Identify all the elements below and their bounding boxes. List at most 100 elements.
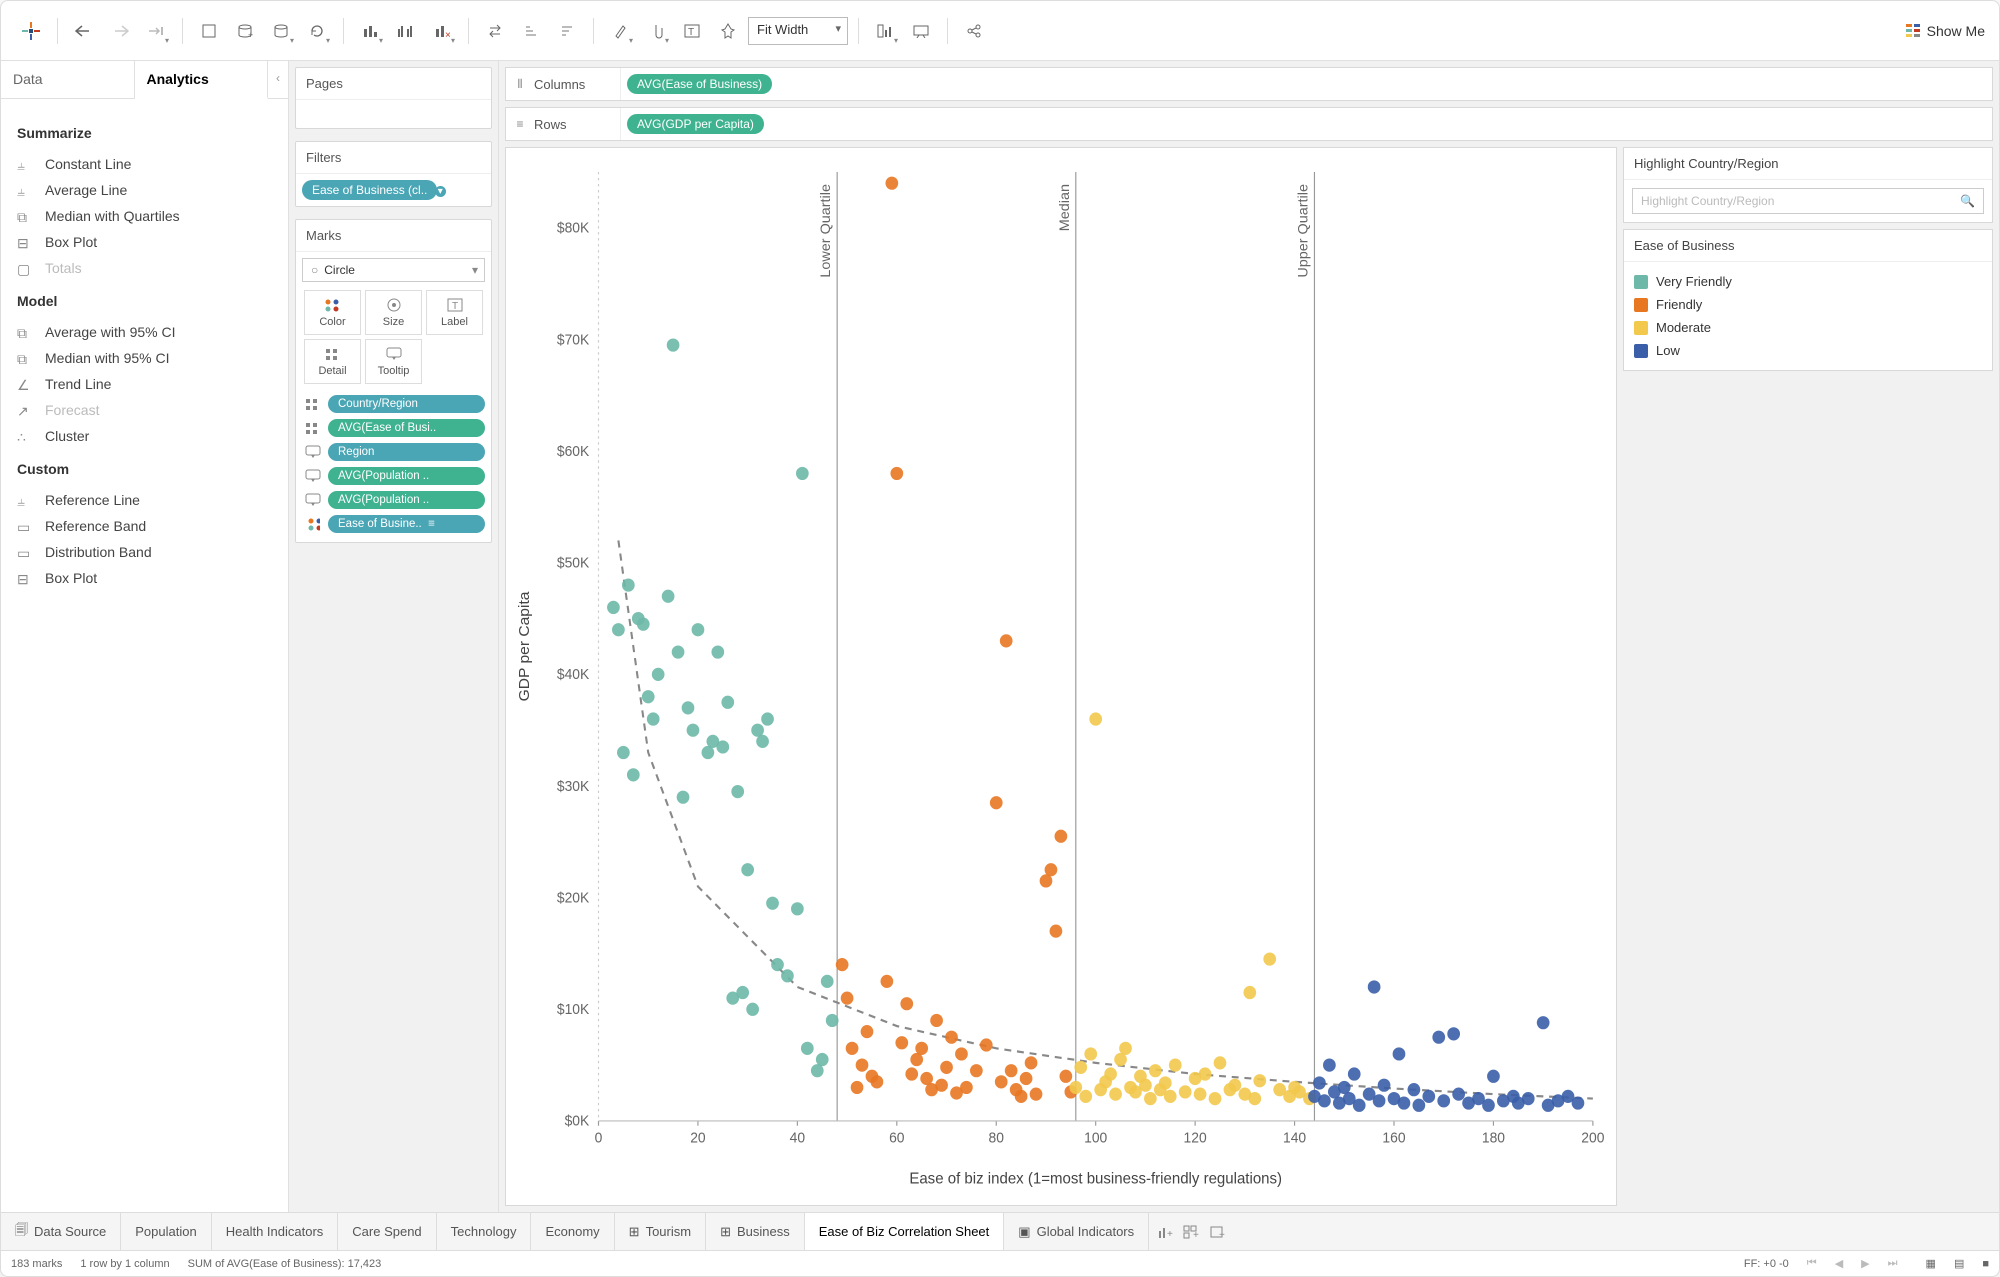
analytics-item[interactable]: ⊟Box Plot xyxy=(17,565,272,591)
list-view-icon[interactable]: ▤ xyxy=(1954,1257,1964,1270)
marks-pill[interactable]: AVG(Population .. xyxy=(328,467,485,485)
sheet-tab[interactable]: Health Indicators xyxy=(212,1213,339,1250)
share-icon[interactable] xyxy=(958,15,990,47)
sheet-tab[interactable]: Ease of Biz Correlation Sheet xyxy=(805,1213,1005,1250)
marks-label[interactable]: TLabel xyxy=(426,290,483,335)
svg-text:$10K: $10K xyxy=(557,1001,590,1017)
save-icon[interactable]: ▾ xyxy=(140,15,172,47)
show-me-button[interactable]: Show Me xyxy=(1905,23,1985,39)
analytics-item[interactable]: ▭Reference Band xyxy=(17,513,272,539)
sheet-tab[interactable]: Technology xyxy=(437,1213,532,1250)
legend-item[interactable]: Low xyxy=(1634,339,1982,362)
marks-cell-label: Color xyxy=(319,316,345,328)
swap-icon[interactable] xyxy=(479,15,511,47)
sheet-tab[interactable]: Population xyxy=(121,1213,211,1250)
redo-icon[interactable] xyxy=(104,15,136,47)
sort-desc-icon[interactable] xyxy=(551,15,583,47)
new-story-tab-icon[interactable]: + xyxy=(1209,1225,1225,1239)
grid-view-icon[interactable]: ▦ xyxy=(1926,1257,1936,1270)
analytics-item[interactable]: ⧉Median with Quartiles xyxy=(17,203,272,229)
tab-analytics[interactable]: Analytics xyxy=(135,61,269,99)
marks-color[interactable]: Color xyxy=(304,290,361,335)
pages-shelf[interactable]: Pages xyxy=(295,67,492,129)
marks-pill-row[interactable]: Ease of Busine.. ≡ xyxy=(302,514,485,534)
marks-pill-row[interactable]: AVG(Ease of Busi.. xyxy=(302,418,485,438)
clear-sheet-icon[interactable]: ×▾ xyxy=(426,15,458,47)
columns-pill[interactable]: AVG(Ease of Business) xyxy=(627,74,772,94)
sheet-tab[interactable]: ▣Global Indicators xyxy=(1004,1213,1149,1250)
nav-next-icon[interactable]: ▶ xyxy=(1861,1257,1869,1270)
refresh-icon[interactable]: ▾ xyxy=(301,15,333,47)
tableau-logo-icon[interactable] xyxy=(15,15,47,47)
marks-tooltip[interactable]: Tooltip xyxy=(365,339,422,384)
show-cards-icon[interactable]: ▾ xyxy=(869,15,901,47)
svg-text:$40K: $40K xyxy=(557,666,590,682)
new-sheet-icon[interactable]: ▾ xyxy=(354,15,386,47)
marks-detail[interactable]: Detail xyxy=(304,339,361,384)
new-worksheet-tab-icon[interactable]: + xyxy=(1157,1225,1173,1239)
marks-pill[interactable]: Region xyxy=(328,443,485,461)
fit-mode-select[interactable]: Fit Width xyxy=(748,17,848,45)
marks-pill-row[interactable]: AVG(Population .. xyxy=(302,490,485,510)
rows-shelf[interactable]: ≡ Rows AVG(GDP per Capita) xyxy=(505,107,1993,141)
nav-first-icon[interactable]: ⏮ xyxy=(1807,1257,1817,1270)
rows-pill[interactable]: AVG(GDP per Capita) xyxy=(627,114,764,134)
duplicate-sheet-icon[interactable] xyxy=(390,15,422,47)
marks-pill[interactable]: AVG(Population .. xyxy=(328,491,485,509)
new-data-icon[interactable]: + xyxy=(229,15,261,47)
pause-data-icon[interactable]: ▾ xyxy=(265,15,297,47)
marks-pill-icon xyxy=(302,490,324,510)
marks-pill-row[interactable]: Country/Region xyxy=(302,394,485,414)
analytics-item: ▢Totals xyxy=(17,255,272,281)
analytics-icon: ⧉ xyxy=(17,209,35,223)
sheet-tab[interactable]: ⊞Business xyxy=(706,1213,805,1250)
highlight-pen-icon[interactable]: ▾ xyxy=(604,15,636,47)
analytics-item[interactable]: ⫨Average Line xyxy=(17,177,272,203)
sheet-tab[interactable]: Economy xyxy=(531,1213,614,1250)
marks-pill[interactable]: AVG(Ease of Busi.. xyxy=(328,419,485,437)
analytics-item[interactable]: ⧉Average with 95% CI xyxy=(17,319,272,345)
tab-data[interactable]: Data xyxy=(1,61,135,98)
sort-asc-icon[interactable] xyxy=(515,15,547,47)
attach-icon[interactable]: ▾ xyxy=(640,15,672,47)
analytics-item[interactable]: ⫨Constant Line xyxy=(17,151,272,177)
nav-last-icon[interactable]: ⏭ xyxy=(1888,1257,1898,1270)
collapse-sidebar-icon[interactable]: ‹ xyxy=(268,61,288,98)
legend-item[interactable]: Friendly xyxy=(1634,293,1982,316)
marks-pill-row[interactable]: Region xyxy=(302,442,485,462)
highlight-input[interactable]: Highlight Country/Region 🔍 xyxy=(1632,188,1984,214)
analytics-item[interactable]: ∠Trend Line xyxy=(17,371,272,397)
legend-item[interactable]: Moderate xyxy=(1634,316,1982,339)
sheet-tab[interactable]: ⊞Tourism xyxy=(615,1213,706,1250)
analytics-item[interactable]: ∴Cluster xyxy=(17,423,272,449)
columns-shelf[interactable]: ⦀ Columns AVG(Ease of Business) xyxy=(505,67,1993,101)
svg-text:$30K: $30K xyxy=(557,778,590,794)
new-dashboard-tab-icon[interactable]: + xyxy=(1183,1225,1199,1239)
label-toggle-icon[interactable]: T xyxy=(676,15,708,47)
work-area: ⦀ Columns AVG(Ease of Business) ≡ Rows A… xyxy=(499,61,1999,1212)
undo-icon[interactable] xyxy=(68,15,100,47)
nav-prev-icon[interactable]: ◀ xyxy=(1835,1257,1843,1270)
pin-icon[interactable] xyxy=(712,15,744,47)
marks-pill[interactable]: Country/Region xyxy=(328,395,485,413)
left-sidebar: Data Analytics ‹ Summarize ⫨Constant Lin… xyxy=(1,61,289,1212)
filter-pill[interactable]: Ease of Business (cl.. xyxy=(302,180,437,200)
analytics-label: Box Plot xyxy=(45,234,97,250)
sheet-tab[interactable]: Care Spend xyxy=(338,1213,436,1250)
marks-pill-row[interactable]: AVG(Population .. xyxy=(302,466,485,486)
film-view-icon[interactable]: ■ xyxy=(1982,1258,1989,1270)
marks-size[interactable]: Size xyxy=(365,290,422,335)
chart-view[interactable]: Lower QuartileMedianUpper Quartile$0K$10… xyxy=(505,147,1617,1206)
new-worksheet-icon[interactable] xyxy=(193,15,225,47)
analytics-item[interactable]: ⧉Median with 95% CI xyxy=(17,345,272,371)
analytics-item[interactable]: ⫨Reference Line xyxy=(17,487,272,513)
presentation-icon[interactable] xyxy=(905,15,937,47)
marks-cell-label: Size xyxy=(383,316,404,328)
legend-item[interactable]: Very Friendly xyxy=(1634,270,1982,293)
analytics-item[interactable]: ▭Distribution Band xyxy=(17,539,272,565)
analytics-item[interactable]: ⊟Box Plot xyxy=(17,229,272,255)
mark-type-select[interactable]: Circle xyxy=(302,258,485,282)
marks-pill[interactable]: Ease of Busine.. ≡ xyxy=(328,515,485,533)
data-source-tab[interactable]: 🗐 Data Source xyxy=(1,1213,121,1250)
filters-shelf[interactable]: Filters Ease of Business (cl.. ▾ xyxy=(295,141,492,207)
